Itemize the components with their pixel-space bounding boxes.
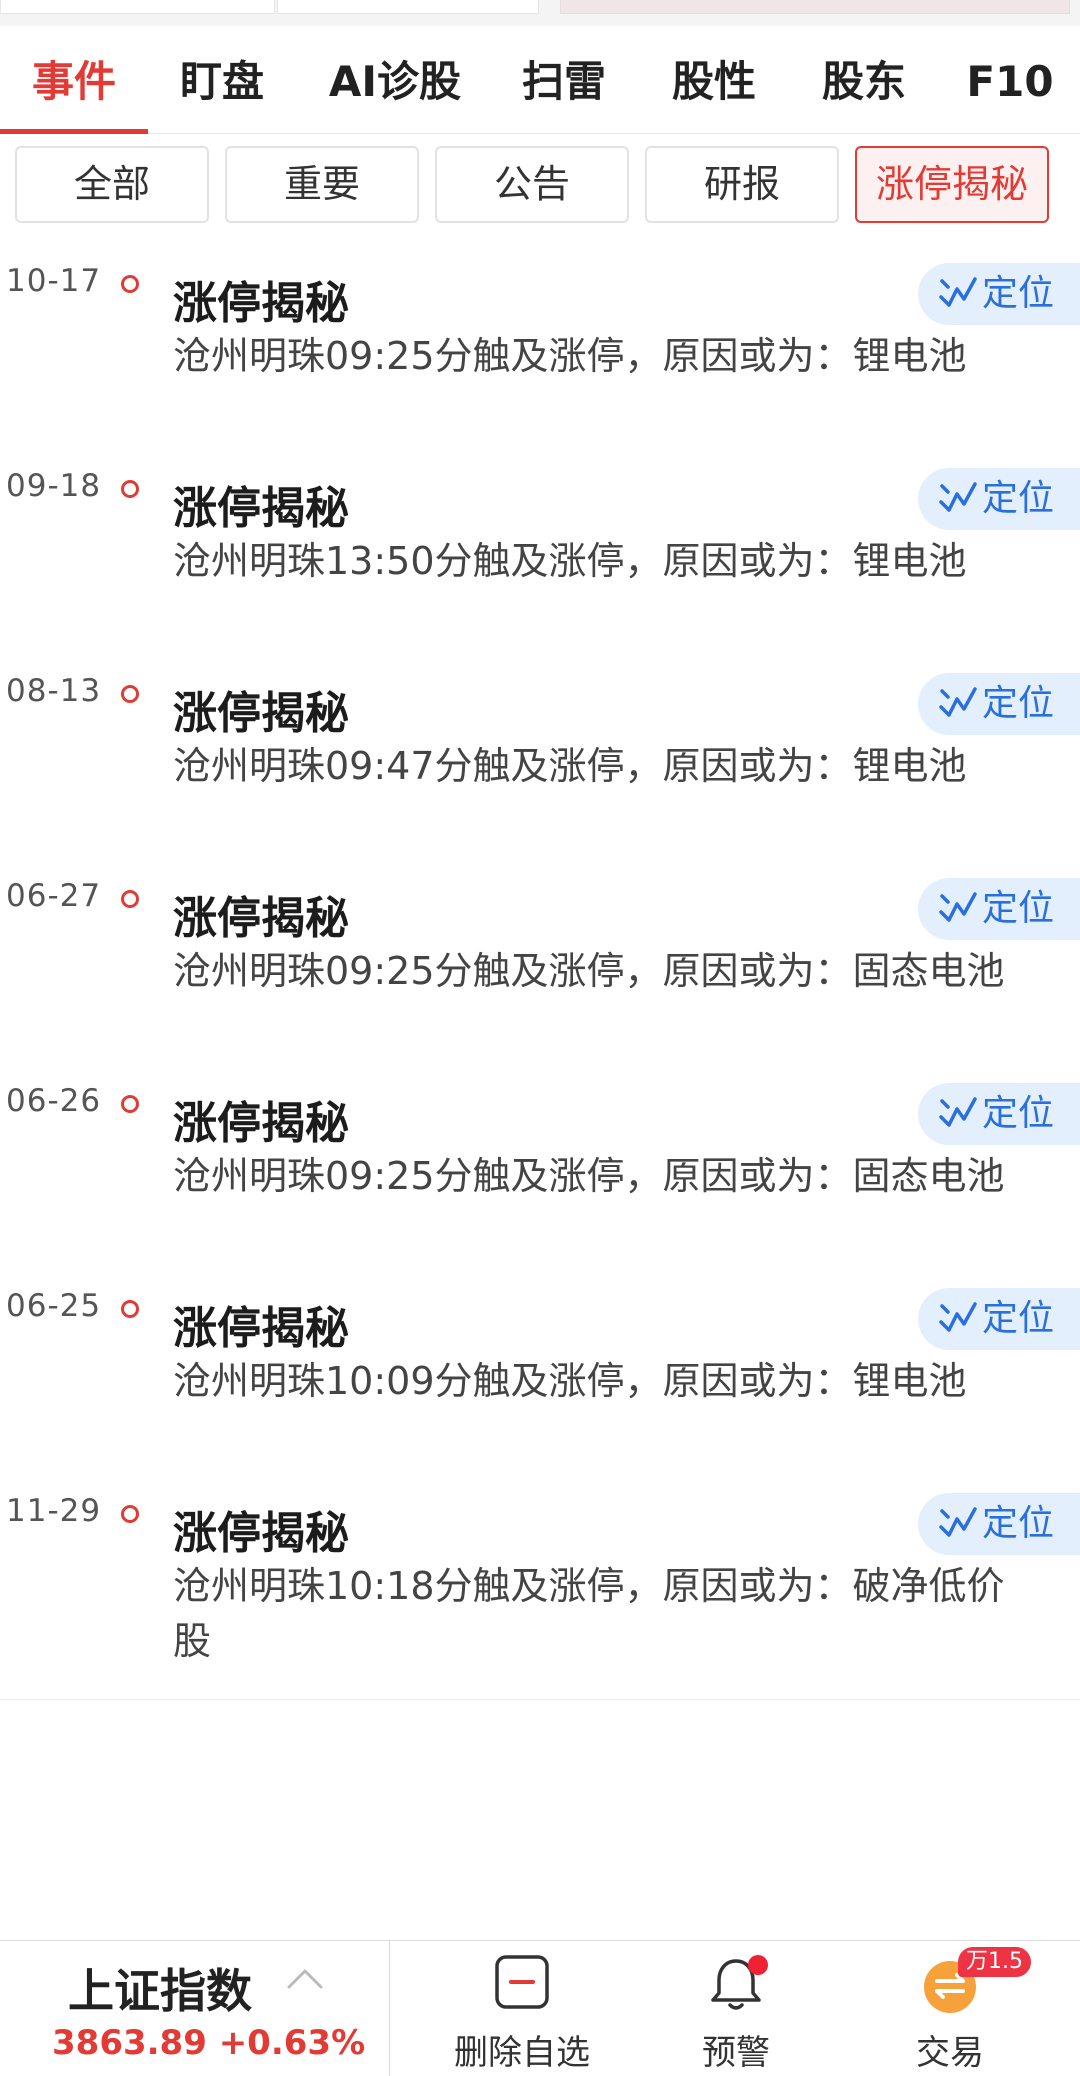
- event-date: 10-17: [6, 263, 102, 299]
- event-description[interactable]: 沧州明珠09:25分触及涨停，原因或为：固态电池: [173, 1149, 1013, 1204]
- locate-label: 定位: [982, 273, 1055, 314]
- event-description[interactable]: 沧州明珠13:50分触及涨停，原因或为：锂电池: [173, 534, 1013, 589]
- locate-label: 定位: [982, 888, 1055, 929]
- locate-label: 定位: [982, 1093, 1055, 1134]
- top-strip-cell: [277, 0, 539, 14]
- list-item: 10-17 涨停揭秘 沧州明珠09:25分触及涨停，原因或为：锂电池 定位: [0, 245, 1080, 450]
- locate-label: 定位: [982, 478, 1055, 519]
- locate-button[interactable]: 定位: [918, 1083, 1080, 1145]
- locate-button[interactable]: 定位: [918, 263, 1080, 325]
- trend-line-icon: [939, 1097, 977, 1127]
- tab-risk-scan[interactable]: 扫雷: [510, 26, 618, 134]
- tab-shareholders[interactable]: 股东: [810, 26, 918, 134]
- tab-f10[interactable]: F10: [960, 26, 1060, 134]
- event-description[interactable]: 沧州明珠10:09分触及涨停，原因或为：锂电池: [173, 1354, 1013, 1409]
- tab-events[interactable]: 事件: [0, 26, 148, 134]
- timeline-dot: [121, 1095, 139, 1113]
- trend-line-icon: [939, 482, 977, 512]
- event-list: 10-17 涨停揭秘 沧州明珠09:25分触及涨停，原因或为：锂电池 定位 09…: [0, 245, 1080, 1700]
- timeline-dot: [121, 685, 139, 703]
- list-item: 06-27 涨停揭秘 沧州明珠09:25分触及涨停，原因或为：固态电池 定位: [0, 860, 1080, 1065]
- event-description[interactable]: 沧州明珠09:25分触及涨停，原因或为：固态电池: [173, 944, 1013, 999]
- filter-research[interactable]: 研报: [645, 146, 839, 223]
- event-date: 06-27: [6, 878, 102, 914]
- locate-button[interactable]: 定位: [918, 468, 1080, 530]
- commission-badge: 万1.5: [958, 1947, 1031, 1977]
- timeline-dot: [121, 1300, 139, 1318]
- tab-watch[interactable]: 盯盘: [168, 26, 276, 134]
- locate-button[interactable]: 定位: [918, 1288, 1080, 1350]
- event-title[interactable]: 涨停揭秘: [173, 1292, 349, 1356]
- index-ticker[interactable]: 上证指数 3863.89 +0.63%: [0, 1941, 390, 2076]
- tab-bar: 事件 盯盘 AI诊股 扫雷 股性 股东 F10: [0, 26, 1080, 134]
- tab-ai-diagnosis[interactable]: AI诊股: [320, 26, 470, 134]
- index-name: 上证指数: [68, 1964, 252, 2018]
- event-description[interactable]: 沧州明珠09:47分触及涨停，原因或为：锂电池: [173, 739, 1013, 794]
- trend-line-icon: [939, 277, 977, 307]
- event-title[interactable]: 涨停揭秘: [173, 1497, 349, 1561]
- filter-announcements[interactable]: 公告: [435, 146, 629, 223]
- list-item: 08-13 涨停揭秘 沧州明珠09:47分触及涨停，原因或为：锂电池 定位: [0, 655, 1080, 860]
- chevron-up-icon: [287, 1969, 323, 1989]
- trade-button[interactable]: 万1.5 交易: [870, 1941, 1031, 2076]
- event-date: 06-25: [6, 1288, 102, 1324]
- top-strip-cell: [560, 0, 1070, 14]
- event-date: 11-29: [6, 1493, 102, 1529]
- alert-button[interactable]: 预警: [656, 1941, 816, 2076]
- event-title[interactable]: 涨停揭秘: [173, 472, 349, 536]
- event-date: 08-13: [6, 673, 102, 709]
- timeline-dot: [121, 480, 139, 498]
- timeline-dot: [121, 890, 139, 908]
- alert-label: 预警: [702, 2033, 770, 2073]
- locate-button[interactable]: 定位: [918, 1493, 1080, 1555]
- filter-bar: 全部 重要 公告 研报 涨停揭秘: [0, 134, 1080, 240]
- trend-line-icon: [939, 1302, 977, 1332]
- trend-line-icon: [939, 892, 977, 922]
- locate-button[interactable]: 定位: [918, 673, 1080, 735]
- timeline-dot: [121, 275, 139, 293]
- event-date: 09-18: [6, 468, 102, 504]
- locate-label: 定位: [982, 1298, 1055, 1339]
- timeline-dot: [121, 1505, 139, 1523]
- event-title[interactable]: 涨停揭秘: [173, 267, 349, 331]
- minus-box-icon: [495, 1955, 549, 2009]
- list-item: 06-25 涨停揭秘 沧州明珠10:09分触及涨停，原因或为：锂电池 定位: [0, 1270, 1080, 1475]
- event-description[interactable]: 沧州明珠09:25分触及涨停，原因或为：锂电池: [173, 329, 1013, 384]
- trade-label: 交易: [916, 2033, 984, 2073]
- event-title[interactable]: 涨停揭秘: [173, 882, 349, 946]
- delete-watchlist-button[interactable]: 删除自选: [442, 1941, 602, 2076]
- delete-watchlist-label: 删除自选: [454, 2033, 590, 2073]
- locate-button[interactable]: 定位: [918, 878, 1080, 940]
- notification-dot: [748, 1955, 768, 1975]
- bottom-bar: 上证指数 3863.89 +0.63% 删除自选 预警 万1.5 交易: [0, 1940, 1080, 2076]
- top-strip-cell: [0, 0, 275, 14]
- filter-limit-up[interactable]: 涨停揭秘: [855, 146, 1049, 223]
- event-date: 06-26: [6, 1083, 102, 1119]
- event-title[interactable]: 涨停揭秘: [173, 1087, 349, 1151]
- trend-line-icon: [939, 1507, 977, 1537]
- index-value: 3863.89 +0.63%: [52, 2023, 366, 2063]
- event-description[interactable]: 沧州明珠10:18分触及涨停，原因或为：破净低价股: [173, 1559, 1013, 1669]
- trend-line-icon: [939, 687, 977, 717]
- tab-stock-character[interactable]: 股性: [660, 26, 768, 134]
- filter-all[interactable]: 全部: [15, 146, 209, 223]
- list-item: 11-29 涨停揭秘 沧州明珠10:18分触及涨停，原因或为：破净低价股 定位: [0, 1475, 1080, 1680]
- locate-label: 定位: [982, 683, 1055, 724]
- top-strip: [0, 0, 1080, 26]
- list-item: 06-26 涨停揭秘 沧州明珠09:25分触及涨停，原因或为：固态电池 定位: [0, 1065, 1080, 1270]
- event-title[interactable]: 涨停揭秘: [173, 677, 349, 741]
- locate-label: 定位: [982, 1503, 1055, 1544]
- list-item: 09-18 涨停揭秘 沧州明珠13:50分触及涨停，原因或为：锂电池 定位: [0, 450, 1080, 655]
- filter-important[interactable]: 重要: [225, 146, 419, 223]
